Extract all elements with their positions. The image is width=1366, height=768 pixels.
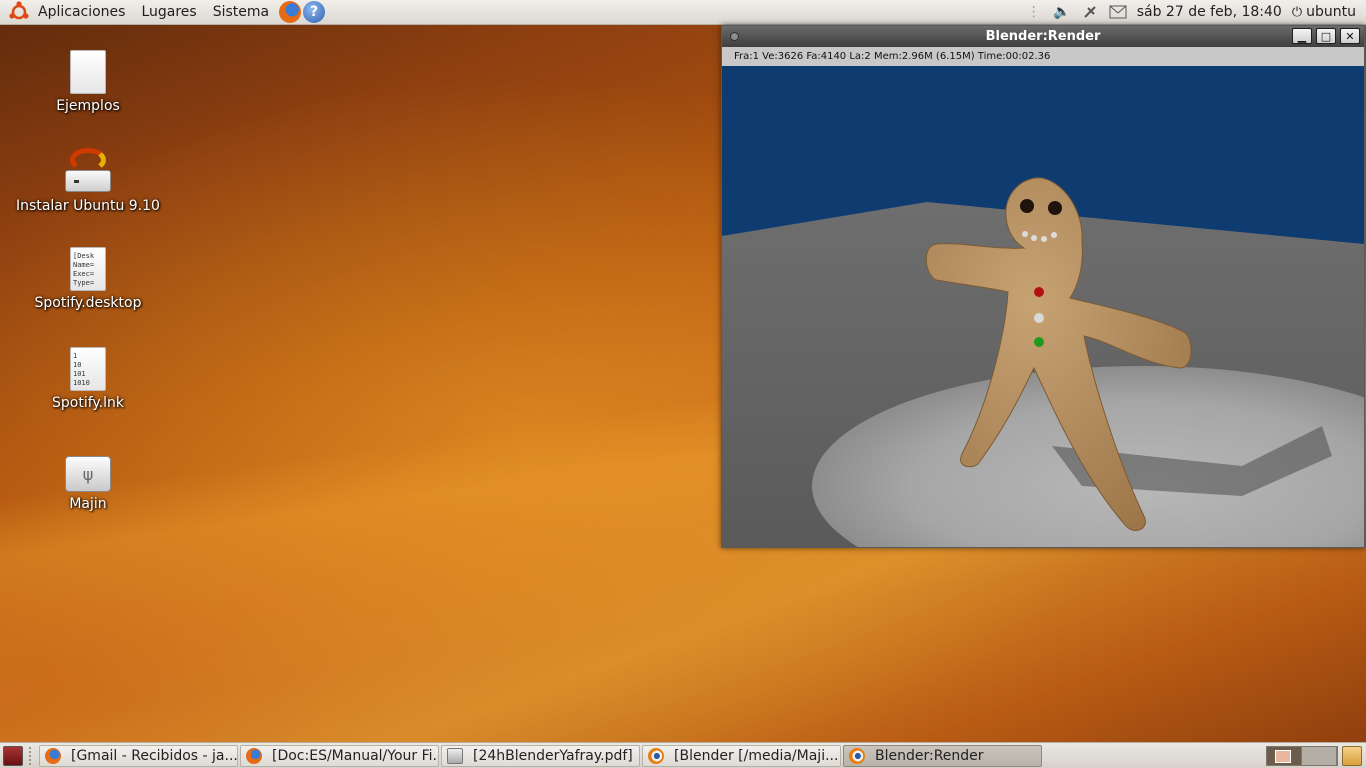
maximize-icon[interactable]: □ [1316, 28, 1336, 44]
desktop-icon-ejemplos[interactable]: Ejemplos [13, 50, 163, 114]
desktop-icon-spotify-desktop[interactable]: [Desk Name= Exec= Type= Spotify.desktop [13, 247, 163, 311]
task-blender[interactable]: [Blender [/media/Maji... [642, 744, 841, 767]
power-icon: ⏻ [1291, 4, 1303, 20]
drive-icon [65, 170, 111, 192]
render-viewport [722, 66, 1364, 547]
desktop-icon-instalar-ubuntu[interactable]: Instalar Ubuntu 9.10 [13, 148, 163, 214]
rendered-gingerbread-image [722, 66, 1364, 547]
text-file-icon: [Desk Name= Exec= Type= [70, 247, 106, 291]
task-pdf[interactable]: [24hBlenderYafray.pdf] [441, 744, 640, 767]
menu-aplicaciones[interactable]: Aplicaciones [30, 0, 133, 25]
desktop-icon-label: Instalar Ubuntu 9.10 [16, 198, 160, 214]
network-icon[interactable] [1081, 3, 1099, 21]
ubuntu-logo-icon[interactable] [8, 1, 30, 23]
window-title: Blender:Render [985, 29, 1101, 44]
workspace-switcher[interactable] [1266, 746, 1338, 766]
usb-drive-icon: ψ [65, 456, 111, 492]
show-desktop-icon[interactable] [3, 745, 23, 766]
task-label: [Gmail - Recibidos - ja... [71, 747, 237, 764]
firefox-icon [45, 747, 61, 764]
task-label: Blender:Render [875, 747, 984, 764]
desktop-icon-spotify-lnk[interactable]: 1 10 101 1010 Spotify.lnk [13, 347, 163, 411]
window-menu-icon[interactable] [730, 32, 739, 41]
desktop-icon-label: Ejemplos [56, 98, 120, 114]
blender-icon [648, 747, 664, 764]
mail-icon[interactable] [1109, 3, 1127, 21]
blender-icon [849, 747, 865, 764]
panel-grip-icon: ⋮ [1026, 4, 1041, 20]
task-gmail[interactable]: [Gmail - Recibidos - ja... [39, 744, 238, 767]
task-blender-render[interactable]: Blender:Render [843, 744, 1042, 767]
task-label: [24hBlenderYafray.pdf] [473, 747, 633, 764]
desktop-icon-label: Spotify.desktop [34, 295, 142, 311]
binary-file-icon: 1 10 101 1010 [70, 347, 106, 391]
menu-sistema[interactable]: Sistema [205, 0, 277, 25]
window-titlebar[interactable]: Blender:Render ▁ □ ✕ [722, 26, 1364, 47]
close-icon[interactable]: ✕ [1340, 28, 1360, 44]
panel-grip [29, 746, 35, 765]
user-menu[interactable]: ⏻ ubuntu [1292, 4, 1356, 20]
pdf-icon [447, 747, 463, 764]
clock[interactable]: sáb 27 de feb, 18:40 [1137, 4, 1282, 20]
system-tray: ⋮ 🔈 sáb 27 de feb, 18:40 ⏻ ubuntu [1025, 0, 1366, 25]
folder-icon [70, 50, 106, 94]
task-label: [Blender [/media/Maji... [674, 747, 839, 764]
bottom-panel: [Gmail - Recibidos - ja... [Doc:ES/Manua… [0, 742, 1366, 768]
desktop-icon-label: Majin [69, 496, 107, 512]
firefox-launcher-icon[interactable] [279, 1, 302, 23]
minimize-icon[interactable]: ▁ [1292, 28, 1312, 44]
trash-icon[interactable] [1342, 746, 1362, 766]
workspace-1[interactable] [1267, 747, 1302, 765]
task-label: [Doc:ES/Manual/Your Fi... [272, 747, 438, 764]
user-name: ubuntu [1306, 4, 1356, 20]
help-icon[interactable]: ? [303, 1, 326, 23]
render-status-bar: Fra:1 Ve:3626 Fa:4140 La:2 Mem:2.96M (6.… [722, 47, 1364, 66]
firefox-icon [246, 747, 262, 764]
window-controls: ▁ □ ✕ [1292, 28, 1360, 44]
top-panel: Aplicaciones Lugares Sistema ? ⋮ 🔈 sáb 2… [0, 0, 1366, 25]
installer-drive-icon [13, 148, 163, 194]
desktop-icon-label: Spotify.lnk [51, 395, 124, 411]
desktop-icon-majin[interactable]: ψ Majin [13, 450, 163, 512]
menu-lugares[interactable]: Lugares [133, 0, 204, 25]
workspace-2[interactable] [1302, 747, 1337, 765]
blender-render-window[interactable]: Blender:Render ▁ □ ✕ Fra:1 Ve:3626 Fa:41… [721, 25, 1365, 548]
task-doc-manual[interactable]: [Doc:ES/Manual/Your Fi... [240, 744, 439, 767]
install-arrow-icon [70, 148, 106, 172]
volume-icon[interactable]: 🔈 [1053, 3, 1071, 21]
